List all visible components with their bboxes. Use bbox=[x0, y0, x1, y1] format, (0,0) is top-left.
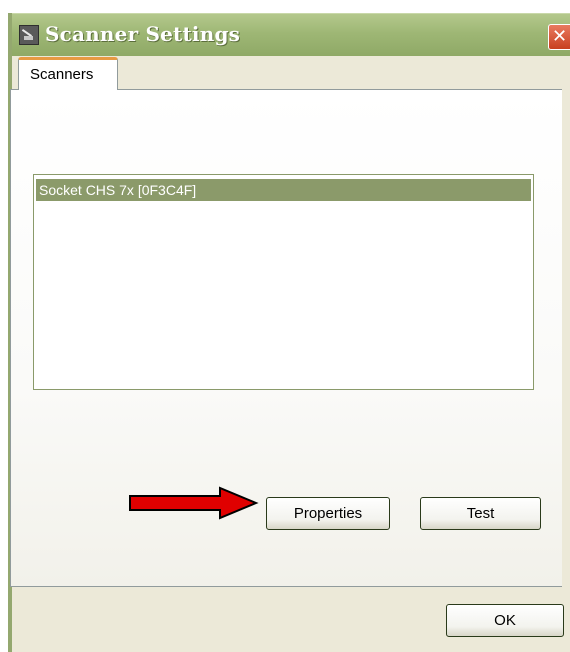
properties-button[interactable]: Properties bbox=[266, 497, 390, 530]
red-arrow-annotation bbox=[129, 486, 259, 520]
scanner-app-icon bbox=[19, 25, 39, 45]
list-item[interactable]: Socket CHS 7x [0F3C4F] bbox=[36, 179, 531, 201]
title-bar[interactable]: Scanner Settings ✕ bbox=[12, 13, 570, 56]
scanner-list[interactable]: Socket CHS 7x [0F3C4F] bbox=[33, 174, 534, 390]
tab-scanners-label: Scanners bbox=[30, 66, 94, 83]
test-button[interactable]: Test bbox=[420, 497, 541, 530]
tab-scanners[interactable]: Scanners bbox=[18, 57, 118, 90]
close-button[interactable]: ✕ bbox=[548, 24, 570, 50]
window-title: Scanner Settings bbox=[45, 22, 241, 46]
ok-button[interactable]: OK bbox=[446, 604, 564, 637]
